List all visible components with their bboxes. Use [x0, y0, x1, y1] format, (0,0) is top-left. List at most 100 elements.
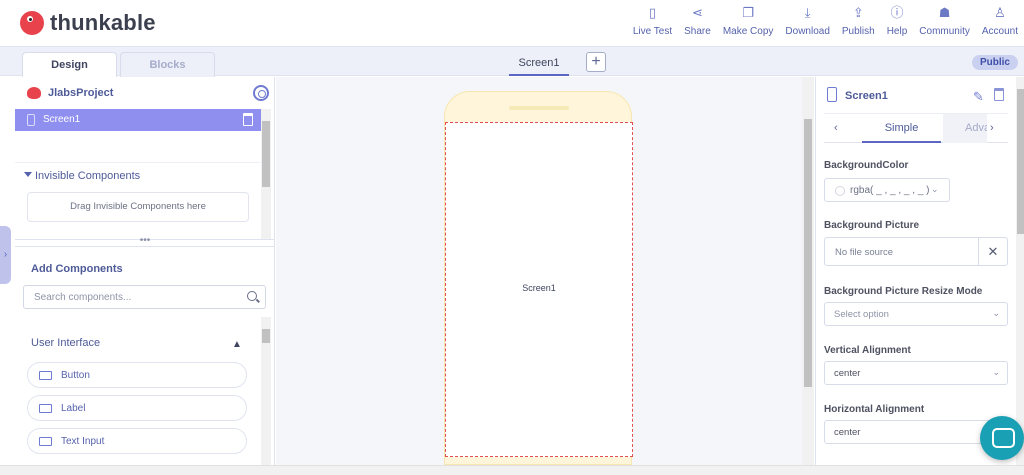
button-icon: [39, 371, 52, 380]
chevron-down-icon: ⌄: [992, 367, 1000, 377]
components-scroll-thumb[interactable]: [262, 329, 270, 343]
phone-icon: [827, 87, 837, 102]
canvas-scroll-thumb[interactable]: [804, 119, 812, 387]
screen-canvas-label: Screen1: [522, 283, 556, 293]
tab-simple[interactable]: Simple: [862, 114, 941, 143]
nav-label: Publish: [841, 26, 875, 37]
nav-share[interactable]: ⋖ Share: [684, 5, 711, 38]
top-nav: ▯ Live Test ⋖ Share ❐ Make Copy ⤓ Download ⇪ Publ…: [627, 5, 1024, 38]
component-label: Text Input: [61, 436, 105, 447]
phone-icon: ▯: [648, 5, 657, 20]
nav-phone[interactable]: ▯ Live Test: [633, 5, 672, 38]
component-label: Button: [61, 370, 90, 381]
community-icon: ☗: [938, 5, 951, 20]
phone-preview: Screen1: [444, 91, 633, 465]
trash-icon[interactable]: [243, 113, 253, 126]
invisible-drop-zone[interactable]: Drag Invisible Components here: [27, 192, 249, 222]
tree-scroll-thumb[interactable]: [262, 121, 270, 187]
nav-label: Share: [684, 26, 711, 37]
components-scrollbar[interactable]: [261, 317, 271, 465]
component-label[interactable]: Label: [27, 395, 247, 421]
nav-label: Download: [785, 26, 830, 37]
nav-label: Account: [981, 26, 1018, 37]
caret-down-icon: [24, 172, 32, 177]
nav-community[interactable]: ☗ Community: [919, 5, 970, 38]
screen-tab[interactable]: Screen1: [509, 52, 569, 76]
phone-screen[interactable]: Screen1: [445, 122, 633, 457]
thunkable-mascot-icon: [20, 11, 44, 35]
invisible-components-header[interactable]: Invisible Components: [15, 162, 261, 186]
properties-scroll-thumb[interactable]: [1017, 89, 1024, 234]
brand-name: thunkable: [50, 10, 156, 35]
text-input-icon: [39, 437, 52, 446]
tab-blocks[interactable]: Blocks: [120, 52, 215, 77]
chat-support-button[interactable]: [980, 416, 1024, 460]
public-badge[interactable]: Public: [971, 55, 1018, 70]
panel-splitter[interactable]: •••: [15, 236, 275, 247]
vertical-alignment-select[interactable]: center ⌄: [824, 361, 1008, 385]
resize-mode-value: Select option: [834, 309, 889, 320]
chevron-down-icon: ⌄: [931, 184, 939, 194]
vertical-alignment-label: Vertical Alignment: [824, 345, 911, 356]
search-icon[interactable]: [247, 291, 257, 301]
nav-label: Help: [886, 26, 908, 37]
background-color-value: rgba( _ , _ , _ , _ ): [850, 185, 930, 196]
color-swatch: [835, 186, 845, 196]
nav-label: Make Copy: [722, 26, 774, 37]
search-components-input[interactable]: [23, 285, 266, 309]
nav-copy[interactable]: ❐ Make Copy: [722, 5, 774, 38]
share-icon: ⋖: [692, 5, 703, 20]
resize-mode-label: Background Picture Resize Mode: [824, 286, 983, 297]
download-icon: ⤓: [804, 5, 811, 20]
canvas-scrollbar[interactable]: [802, 77, 814, 465]
resize-mode-select[interactable]: Select option ⌄: [824, 302, 1008, 326]
project-row: JlabsProject: [15, 77, 275, 109]
component-button[interactable]: Button: [27, 362, 247, 388]
screen-item-label: Screen1: [43, 114, 81, 125]
nav-download[interactable]: ⤓ Download: [785, 5, 830, 38]
thunkable-logo[interactable]: thunkable: [20, 10, 156, 36]
properties-scrollbar[interactable]: [1016, 77, 1024, 465]
background-color-picker[interactable]: rgba( _ , _ , _ , _ ) ⌄: [824, 178, 950, 202]
nav-label: Community: [919, 26, 970, 37]
publish-icon: ⇪: [852, 5, 864, 20]
clear-icon[interactable]: ✕: [978, 237, 1008, 266]
add-screen-button[interactable]: +: [586, 52, 606, 72]
chevron-up-icon[interactable]: ▲: [232, 339, 242, 350]
design-canvas: Screen1: [276, 77, 814, 465]
account-icon: ♙: [994, 5, 1006, 20]
screen-list-item[interactable]: Screen1: [15, 109, 261, 131]
gear-icon[interactable]: [253, 85, 269, 101]
tab-bar: Design Blocks Screen1 + Public: [0, 46, 1024, 77]
background-picture-field[interactable]: No file source: [824, 237, 979, 266]
user-interface-section[interactable]: User Interface: [31, 337, 100, 349]
chevron-right-icon[interactable]: ›: [990, 122, 994, 134]
nav-help[interactable]: ⓘ Help: [886, 6, 908, 38]
background-color-label: BackgroundColor: [824, 160, 909, 171]
left-panel: JlabsProject Screen1 Invisible Component…: [15, 77, 275, 465]
nav-publish[interactable]: ⇪ Publish: [841, 5, 875, 38]
tab-design[interactable]: Design: [22, 52, 117, 77]
horizontal-scrollbar[interactable]: [0, 465, 1024, 475]
component-label: Label: [61, 403, 86, 414]
add-components-title: Add Components: [31, 263, 123, 275]
trash-icon[interactable]: [994, 88, 1004, 101]
chevron-left-icon[interactable]: ‹: [834, 122, 838, 134]
phone-speaker: [509, 106, 569, 110]
phone-icon: [27, 114, 35, 126]
background-picture-label: Background Picture: [824, 220, 920, 231]
copy-icon: ❐: [742, 5, 754, 20]
nav-account[interactable]: ♙ Account: [981, 5, 1018, 38]
horizontal-alignment-label: Horizontal Alignment: [824, 404, 925, 415]
chevron-down-icon: ⌄: [992, 308, 1000, 318]
label-icon: [39, 404, 52, 413]
edit-icon[interactable]: ✎: [973, 89, 984, 105]
expand-panel-button[interactable]: ›: [0, 226, 11, 284]
project-icon: [27, 87, 41, 99]
project-name: JlabsProject: [48, 87, 114, 99]
properties-header: Screen1 ✎: [816, 77, 1016, 113]
component-text-input[interactable]: Text Input: [27, 428, 247, 454]
vertical-alignment-value: center: [834, 368, 861, 379]
tab-advanced[interactable]: Advanced: [943, 114, 987, 143]
tree-scrollbar[interactable]: [261, 109, 271, 239]
